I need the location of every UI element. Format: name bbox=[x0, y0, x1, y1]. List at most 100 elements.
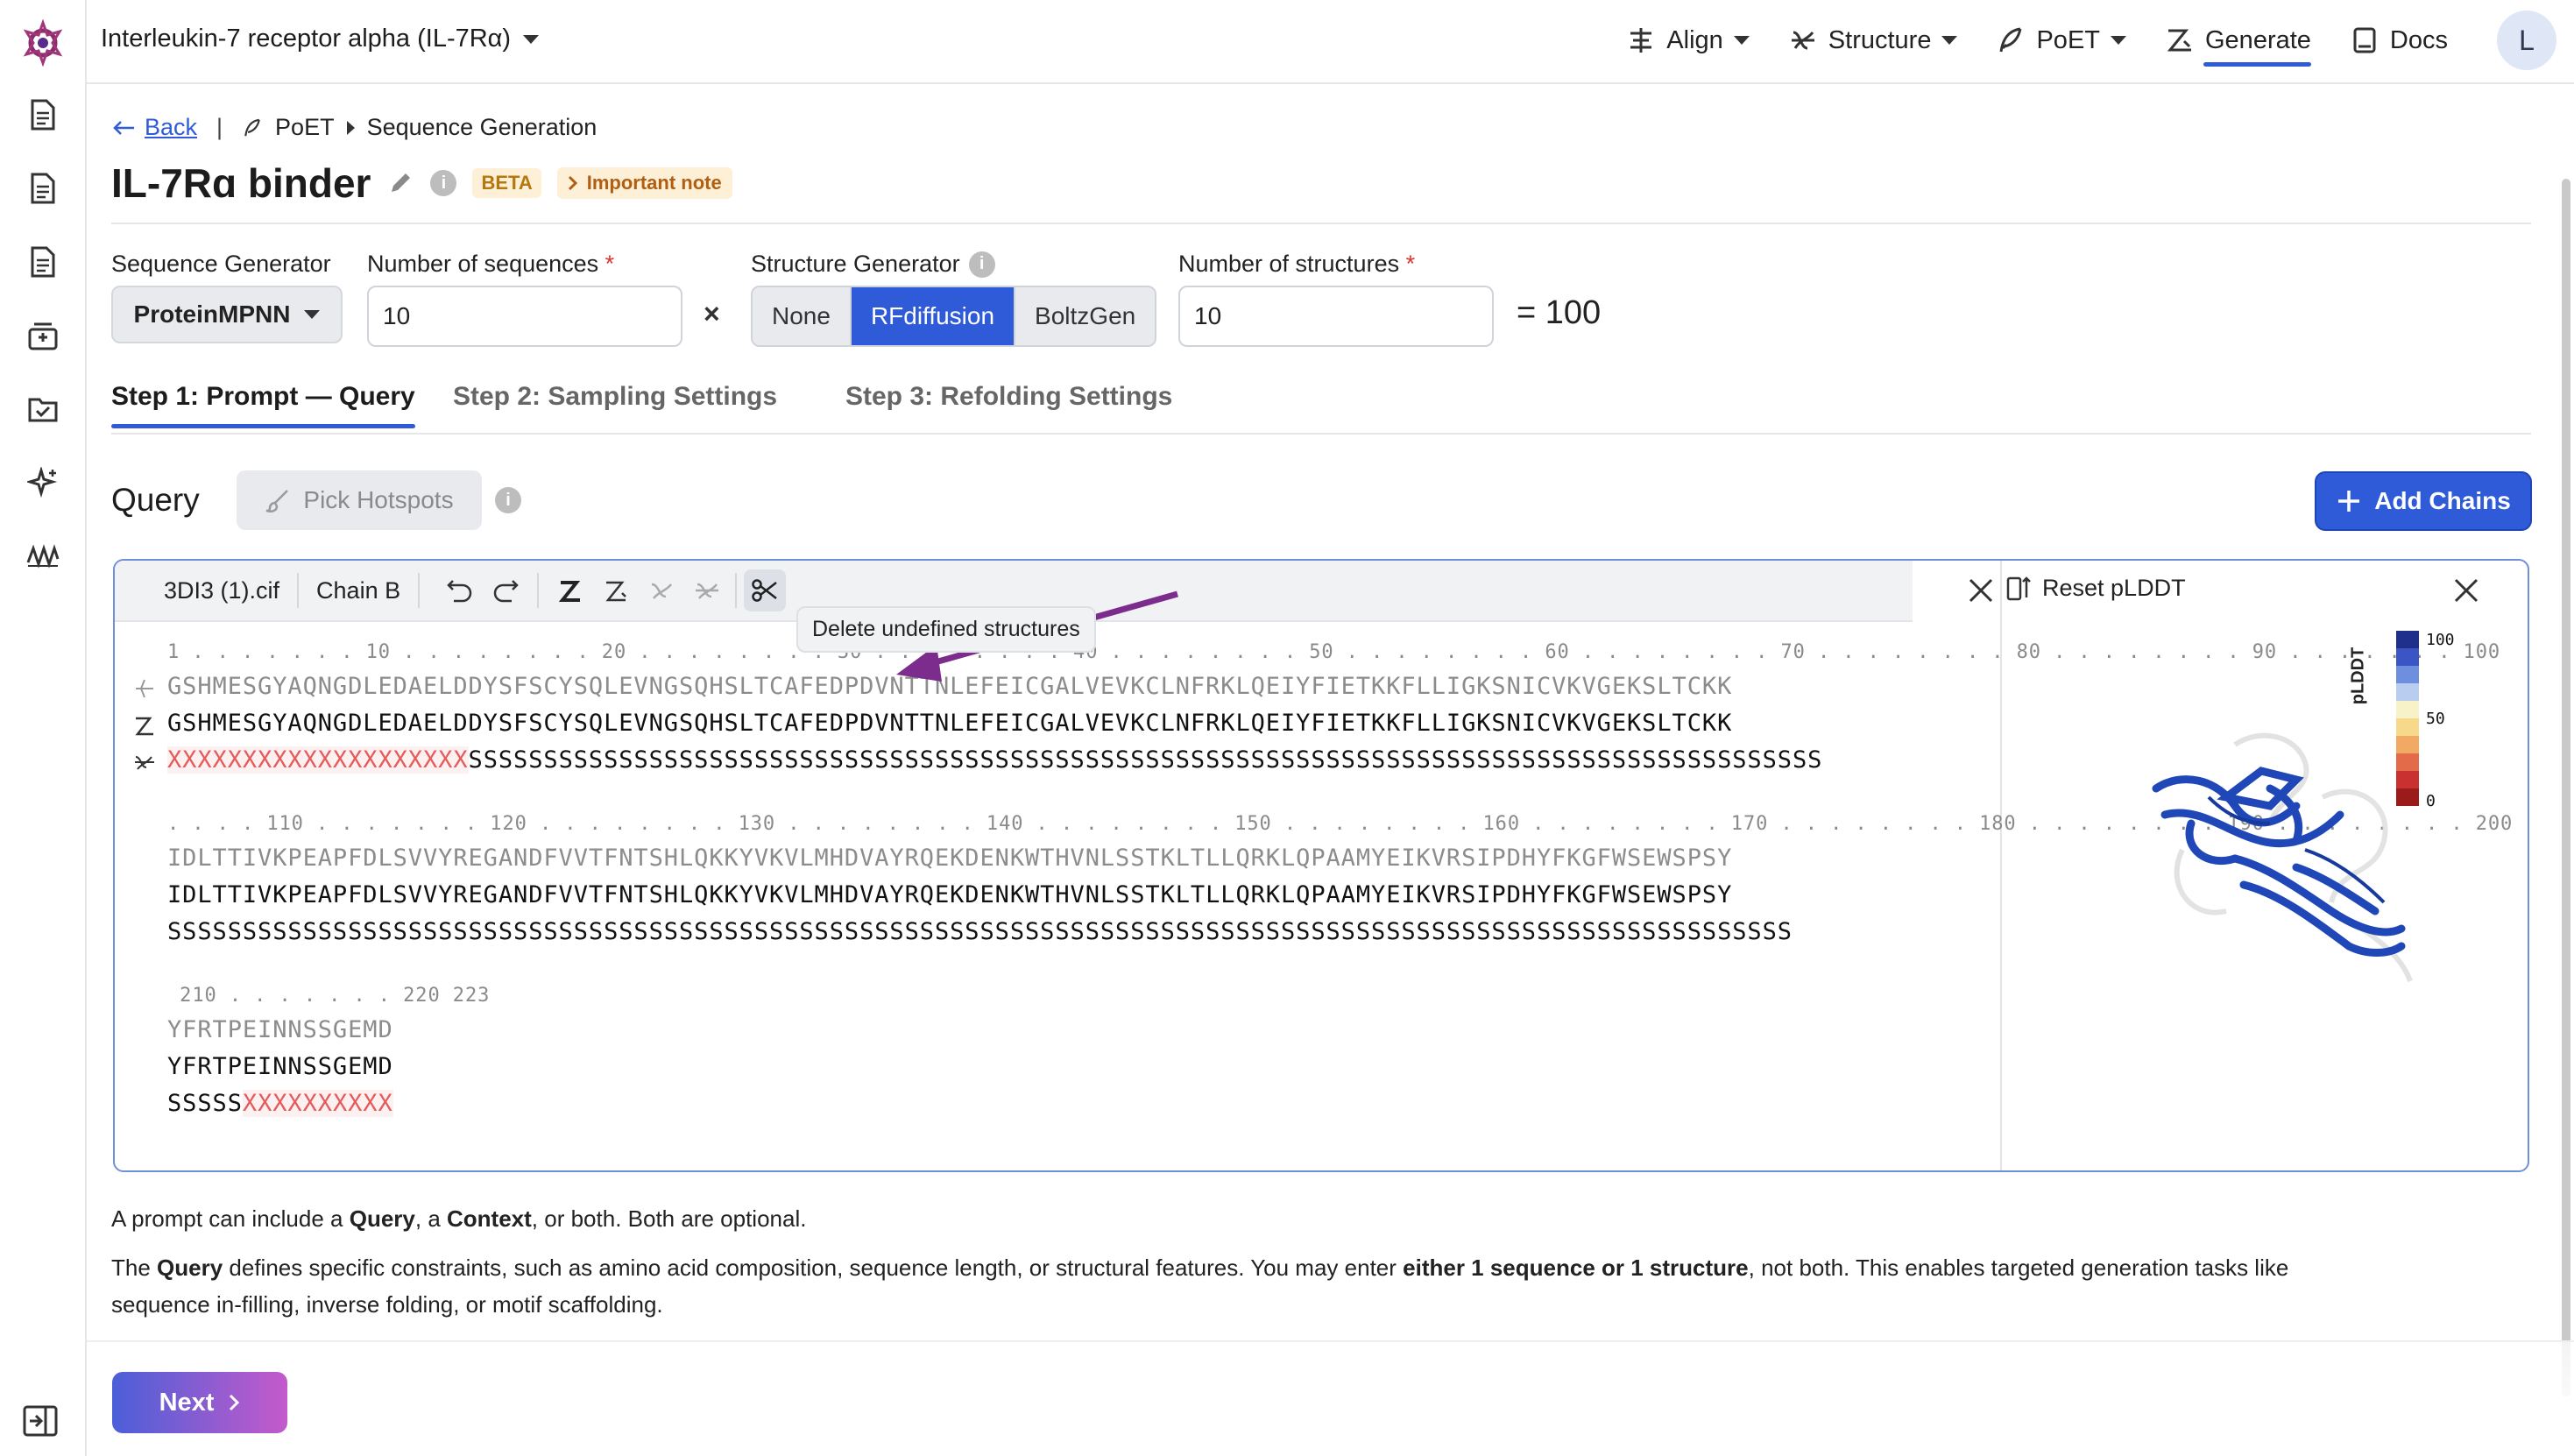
structure-option-rfdiffusion[interactable]: RFdiffusion bbox=[851, 287, 1016, 345]
top-nav: Align Structure PoET Generate Docs L bbox=[1588, 11, 2556, 70]
sidebar-waveform-icon[interactable] bbox=[25, 538, 61, 575]
num-sequences-label-text: Number of sequences bbox=[367, 251, 599, 277]
info-icon[interactable]: i bbox=[968, 251, 995, 278]
footer bbox=[87, 1340, 2574, 1456]
sequence-row[interactable]: GSHMESGYAQNGDLEDAELDDYSFSCYSQLEVNGSQHSLT… bbox=[167, 710, 1732, 737]
add-chains-button[interactable]: Add Chains bbox=[2315, 471, 2532, 531]
redo-icon[interactable] bbox=[484, 569, 527, 611]
sidebar bbox=[0, 0, 87, 1456]
defined-structure-marks: SSSSSSSSSSSSSSSSSSSSSSSSSSSSSSSSSSSSSSSS… bbox=[468, 746, 1823, 774]
query-description: The Query defines specific constraints, … bbox=[111, 1249, 2512, 1323]
next-label: Next bbox=[159, 1388, 215, 1417]
reset-plddt-icon bbox=[2006, 576, 2031, 601]
sequence-row[interactable]: IDLTTIVKPEAPFDLSVVYREGANDFVVTFNTSHLQKKYV… bbox=[167, 881, 1732, 908]
scrollbar[interactable] bbox=[2562, 179, 2570, 1396]
chevron-down-icon bbox=[304, 310, 321, 319]
sidebar-tray-icon[interactable] bbox=[25, 317, 61, 354]
num-sequences-input[interactable]: 10 bbox=[367, 286, 682, 347]
nav-generate[interactable]: Generate bbox=[2165, 18, 2311, 67]
next-button[interactable]: Next bbox=[112, 1372, 287, 1433]
sequence-generator-select[interactable]: ProteinMPNN bbox=[111, 286, 343, 343]
structure-option-none[interactable]: None bbox=[753, 287, 852, 345]
undefined-structure-marks: XXXXXXXXXXXXXXXXXXXX bbox=[167, 746, 469, 774]
num-structures-input[interactable]: 10 bbox=[1178, 286, 1494, 347]
app-logo-icon[interactable] bbox=[19, 19, 67, 67]
multiply-sign: × bbox=[704, 298, 720, 329]
info-icon[interactable]: i bbox=[495, 487, 521, 513]
sidebar-document-icon-3[interactable] bbox=[25, 244, 61, 280]
structure-generator-toggle: None RFdiffusion BoltzGen bbox=[751, 286, 1157, 347]
nav-structure-label: Structure bbox=[1828, 25, 1932, 54]
chevron-down-icon bbox=[523, 34, 540, 44]
poet-icon bbox=[244, 118, 260, 136]
poet-icon bbox=[1999, 27, 2022, 53]
sidebar-sparkle-icon[interactable] bbox=[25, 464, 61, 501]
desc-text: , a bbox=[414, 1205, 448, 1232]
page-title: IL-7Rɑ binder bbox=[111, 160, 371, 206]
legend-tick-100: 100 bbox=[2426, 631, 2455, 649]
nav-poet[interactable]: PoET bbox=[1996, 18, 2126, 63]
desc-context: Context bbox=[447, 1205, 532, 1232]
chevron-down-icon bbox=[2111, 36, 2126, 45]
sidebar-folder-check-icon[interactable] bbox=[25, 391, 61, 428]
design-sequence-icon[interactable] bbox=[595, 569, 637, 611]
sequence-ruler: 210 . . . . . . . 220 223 bbox=[167, 985, 491, 1007]
chevron-down-icon bbox=[1733, 36, 1750, 45]
info-icon[interactable]: i bbox=[430, 170, 457, 196]
num-structures-label: Number of structures * bbox=[1178, 251, 1415, 278]
avatar[interactable]: L bbox=[2497, 11, 2556, 70]
close-icon[interactable] bbox=[1963, 573, 1998, 608]
structure-option-boltzgen[interactable]: BoltzGen bbox=[1015, 287, 1156, 345]
desc-text: defines specific constraints, such as am… bbox=[223, 1255, 1404, 1281]
design-structure-icon[interactable] bbox=[686, 569, 728, 611]
pick-hotspots-button[interactable]: Pick Hotspots bbox=[237, 470, 482, 530]
undo-icon[interactable] bbox=[439, 569, 481, 611]
arrow-left-icon bbox=[113, 120, 134, 135]
structure-icon bbox=[1791, 31, 1814, 50]
sidebar-collapse-icon[interactable] bbox=[21, 1402, 60, 1440]
back-link[interactable]: Back bbox=[111, 114, 197, 141]
pick-hotspots-label: Pick Hotspots bbox=[303, 486, 454, 513]
nav-align[interactable]: Align bbox=[1626, 18, 1750, 63]
reset-plddt-button[interactable]: Reset pLDDT bbox=[2005, 573, 2186, 603]
nav-docs-label: Docs bbox=[2389, 25, 2448, 54]
protein-structure-viewer[interactable] bbox=[2130, 692, 2445, 990]
sidebar-document-icon-1[interactable] bbox=[25, 96, 61, 133]
nav-structure[interactable]: Structure bbox=[1788, 18, 1958, 63]
nav-poet-label: PoET bbox=[2036, 25, 2100, 54]
structure-row[interactable]: SSSSSXXXXXXXXXX bbox=[167, 1090, 393, 1117]
tab-step3-refolding[interactable]: Step 3: Refolding Settings bbox=[845, 382, 1172, 412]
tab-step1-query[interactable]: Step 1: Prompt — Query bbox=[111, 382, 415, 428]
structure-row[interactable]: XXXXXXXXXXXXXXXXXXXXSSSSSSSSSSSSSSSSSSSS… bbox=[167, 746, 1822, 774]
sequence-row-icon bbox=[135, 717, 153, 736]
desc-constraint: either 1 sequence or 1 structure bbox=[1403, 1255, 1749, 1281]
reset-plddt-label: Reset pLDDT bbox=[2042, 574, 2186, 601]
toolbar-separator bbox=[735, 573, 738, 608]
query-editor-panel: 3DI3 (1).cif Chain B 1 . . . . . . . 10 … bbox=[113, 559, 2529, 1172]
breadcrumb-section[interactable]: PoET bbox=[275, 114, 335, 141]
desc-text: , not both. This enables targeted genera… bbox=[1748, 1255, 2289, 1281]
sidebar-document-icon-2[interactable] bbox=[25, 170, 61, 207]
sequence-ruler: 1 . . . . . . . 10 . . . . . . . . 20 . … bbox=[167, 641, 2501, 663]
scissors-icon[interactable] bbox=[744, 569, 787, 611]
close-viewer-icon[interactable] bbox=[2449, 573, 2484, 608]
pencil-edit-icon[interactable] bbox=[386, 169, 414, 197]
sequence-row[interactable]: YFRTPEINNSSGEMD bbox=[167, 1053, 393, 1080]
brush-icon bbox=[266, 490, 289, 513]
fill-sequence-icon[interactable] bbox=[549, 569, 591, 611]
tab-step2-sampling[interactable]: Step 2: Sampling Settings bbox=[453, 382, 777, 412]
prompt-sequence-row[interactable]: IDLTTIVKPEAPFDLSVVYREGANDFVVTFNTSHLQKKYV… bbox=[167, 845, 1732, 872]
nav-docs[interactable]: Docs bbox=[2350, 18, 2448, 63]
breadcrumb-separator: | bbox=[216, 114, 223, 140]
chain-label: Chain B bbox=[316, 576, 401, 604]
plus-icon bbox=[2338, 491, 2360, 512]
project-selector[interactable]: Interleukin-7 receptor alpha (IL-7Rα) bbox=[101, 25, 540, 53]
important-note-toggle[interactable]: Important note bbox=[556, 167, 732, 199]
structure-row[interactable]: SSSSSSSSSSSSSSSSSSSSSSSSSSSSSSSSSSSSSSSS… bbox=[167, 918, 1793, 945]
desc-text: The bbox=[111, 1255, 158, 1281]
structure-generator-label: Structure Generator i bbox=[751, 251, 995, 278]
fill-structure-icon[interactable] bbox=[640, 569, 682, 611]
desc-query: Query bbox=[349, 1205, 415, 1232]
main-content: Back | PoET Sequence Generation IL-7Rɑ b… bbox=[87, 84, 2574, 1456]
prompt-sequence-row[interactable]: YFRTPEINNSSGEMD bbox=[167, 1016, 393, 1043]
